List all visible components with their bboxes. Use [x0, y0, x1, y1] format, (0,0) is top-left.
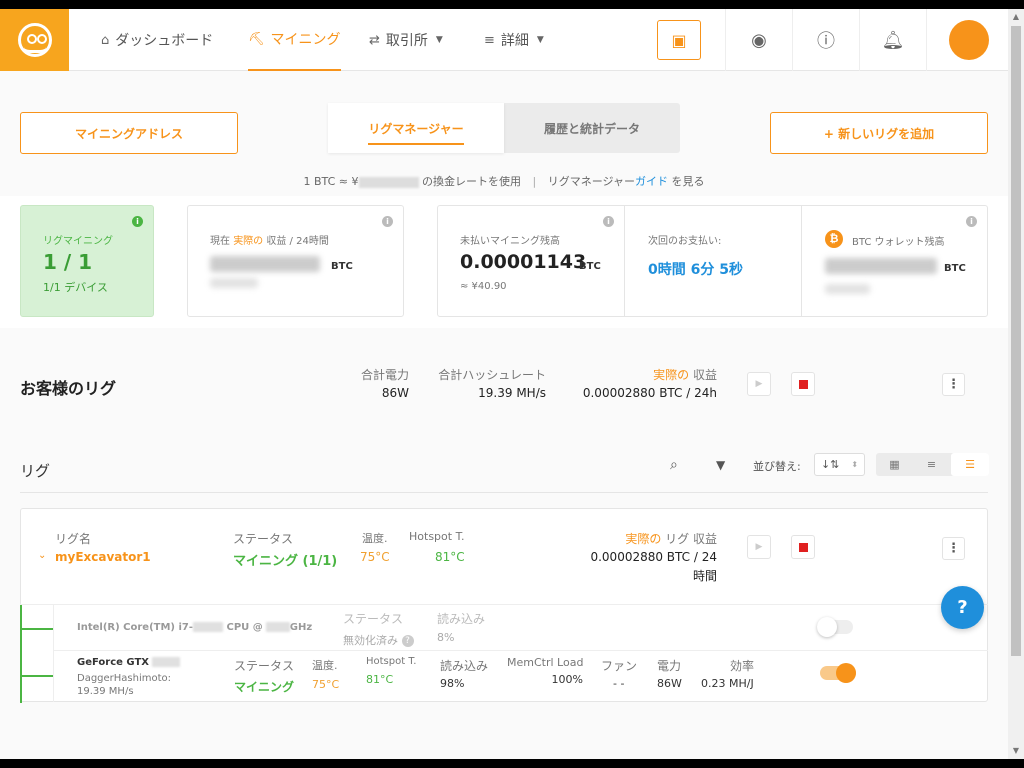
chevron-down-icon: ▼: [536, 35, 544, 45]
play-icon: ▶: [755, 379, 763, 389]
start-rig-button[interactable]: ▶: [747, 535, 771, 559]
vertical-scrollbar[interactable]: ▲ ▼: [1008, 9, 1024, 759]
expanded-view-button[interactable]: ☰: [951, 453, 989, 476]
nav-dashboard[interactable]: ⌂ ダッシュボード: [101, 9, 213, 71]
tab-history[interactable]: 履歴と統計データ: [504, 103, 680, 153]
info-icon[interactable]: i: [132, 216, 143, 227]
scroll-up-icon[interactable]: ▲: [1008, 9, 1024, 25]
your-rigs-title: お客様のリグ: [20, 379, 117, 398]
notifications-button[interactable]: 🔔︎: [859, 9, 926, 71]
stop-icon: [798, 379, 808, 389]
view-toggle: ▦ ≡ ☰: [876, 453, 989, 476]
chevron-down-icon: ▼: [435, 35, 443, 45]
privacy-toggle[interactable]: ◉: [725, 9, 792, 71]
profit-card: i 現在 実際の 収益 / 24時間 BTC: [187, 205, 404, 317]
cpu-toggle[interactable]: [817, 617, 853, 637]
chevron-down-icon[interactable]: ⌄: [38, 550, 46, 561]
rig-name[interactable]: myExcavator1: [55, 550, 151, 564]
search-icon[interactable]: ⌕: [670, 457, 678, 473]
info-icon[interactable]: i: [966, 216, 977, 227]
list-icon: ≡: [484, 32, 495, 48]
grid-view-button[interactable]: ▦: [876, 453, 913, 476]
chevron-updown-icon: ⬍: [851, 460, 859, 469]
play-icon: ▶: [755, 542, 763, 552]
rig-mining-card: i リグマイニング 1 / 1 1/1 デバイス: [20, 205, 154, 317]
add-rig-button[interactable]: + 新しいリグを追加: [770, 112, 988, 154]
info-icon[interactable]: i: [603, 216, 614, 227]
eye-icon: ◉: [751, 29, 767, 51]
rows-icon: ☰: [965, 458, 975, 471]
list-view-button[interactable]: ≡: [913, 453, 950, 476]
sort-icon: ↓⇅: [820, 458, 840, 471]
tab-rig-manager[interactable]: リグマネージャー: [328, 103, 504, 153]
nav-exchange[interactable]: ⇄ 取引所 ▼: [369, 9, 443, 71]
stop-rig-button[interactable]: [791, 535, 815, 559]
info-button[interactable]: ⓘ: [792, 9, 859, 71]
nav-mining[interactable]: ⛏ マイニング: [248, 9, 341, 71]
cpu-device-name: Intel(R) Core(TM) i7- CPU @ GHz: [77, 622, 313, 633]
rigs-title: リグ: [20, 462, 51, 480]
guide-link[interactable]: ガイド: [635, 175, 668, 188]
pickaxe-icon: ⛏: [248, 31, 265, 47]
view-tabs: リグマネージャー 履歴と統計データ: [328, 103, 680, 153]
kebab-icon: ⋮: [947, 377, 960, 392]
list-icon: ≡: [926, 458, 937, 471]
bell-icon: 🔔︎: [881, 29, 905, 51]
start-all-button[interactable]: ▶: [747, 372, 771, 396]
gpu-toggle[interactable]: [820, 663, 856, 683]
mining-address-button[interactable]: マイニングアドレス: [20, 112, 238, 154]
redacted-profit: [210, 256, 320, 272]
grid-icon: ▦: [889, 458, 900, 471]
scroll-thumb[interactable]: [1011, 26, 1021, 656]
stop-icon: [798, 542, 808, 552]
redacted-rate: [358, 176, 419, 188]
info-icon: ⓘ: [817, 31, 835, 52]
redacted-wallet: [825, 258, 937, 274]
filter-icon[interactable]: ▼: [716, 458, 725, 472]
help-icon: ?: [401, 635, 414, 647]
bitcoin-icon: ₿: [825, 230, 843, 248]
gpu-device-name: GeForce GTX: [77, 657, 181, 668]
sort-select[interactable]: ↓⇅ ⬍: [814, 453, 865, 476]
info-icon[interactable]: i: [382, 216, 393, 227]
stop-all-button[interactable]: [791, 372, 815, 396]
avatar[interactable]: [949, 20, 989, 60]
scroll-down-icon[interactable]: ▼: [1008, 743, 1024, 759]
top-header: ⌂ ダッシュボード ⛏ マイニング ⇄ 取引所 ▼ ≡ 詳細 ▼ ▣ ◉ ⓘ 🔔…: [0, 9, 1008, 71]
kebab-icon: ⋮: [947, 541, 960, 556]
wallet-icon: ▣: [671, 30, 687, 50]
rigs-menu-button[interactable]: ⋮: [942, 373, 965, 396]
home-icon: ⌂: [101, 32, 110, 48]
wallet-button[interactable]: ▣: [657, 20, 701, 60]
nav-details[interactable]: ≡ 詳細 ▼: [484, 9, 544, 71]
rig-menu-button[interactable]: ⋮: [942, 537, 965, 560]
exchange-icon: ⇄: [369, 32, 380, 48]
nicehash-logo[interactable]: [0, 9, 69, 71]
balance-card: i 未払いマイニング残高 0.00001143 BTC ≈ ¥40.90 次回の…: [437, 205, 988, 317]
page: ⌂ ダッシュボード ⛏ マイニング ⇄ 取引所 ▼ ≡ 詳細 ▼ ▣ ◉ ⓘ 🔔…: [0, 9, 1008, 759]
help-button[interactable]: ?: [941, 586, 984, 629]
rate-line: 1 BTC ≈ ¥ の換金レートを使用 | リグマネージャーガイド を見る: [303, 175, 705, 188]
